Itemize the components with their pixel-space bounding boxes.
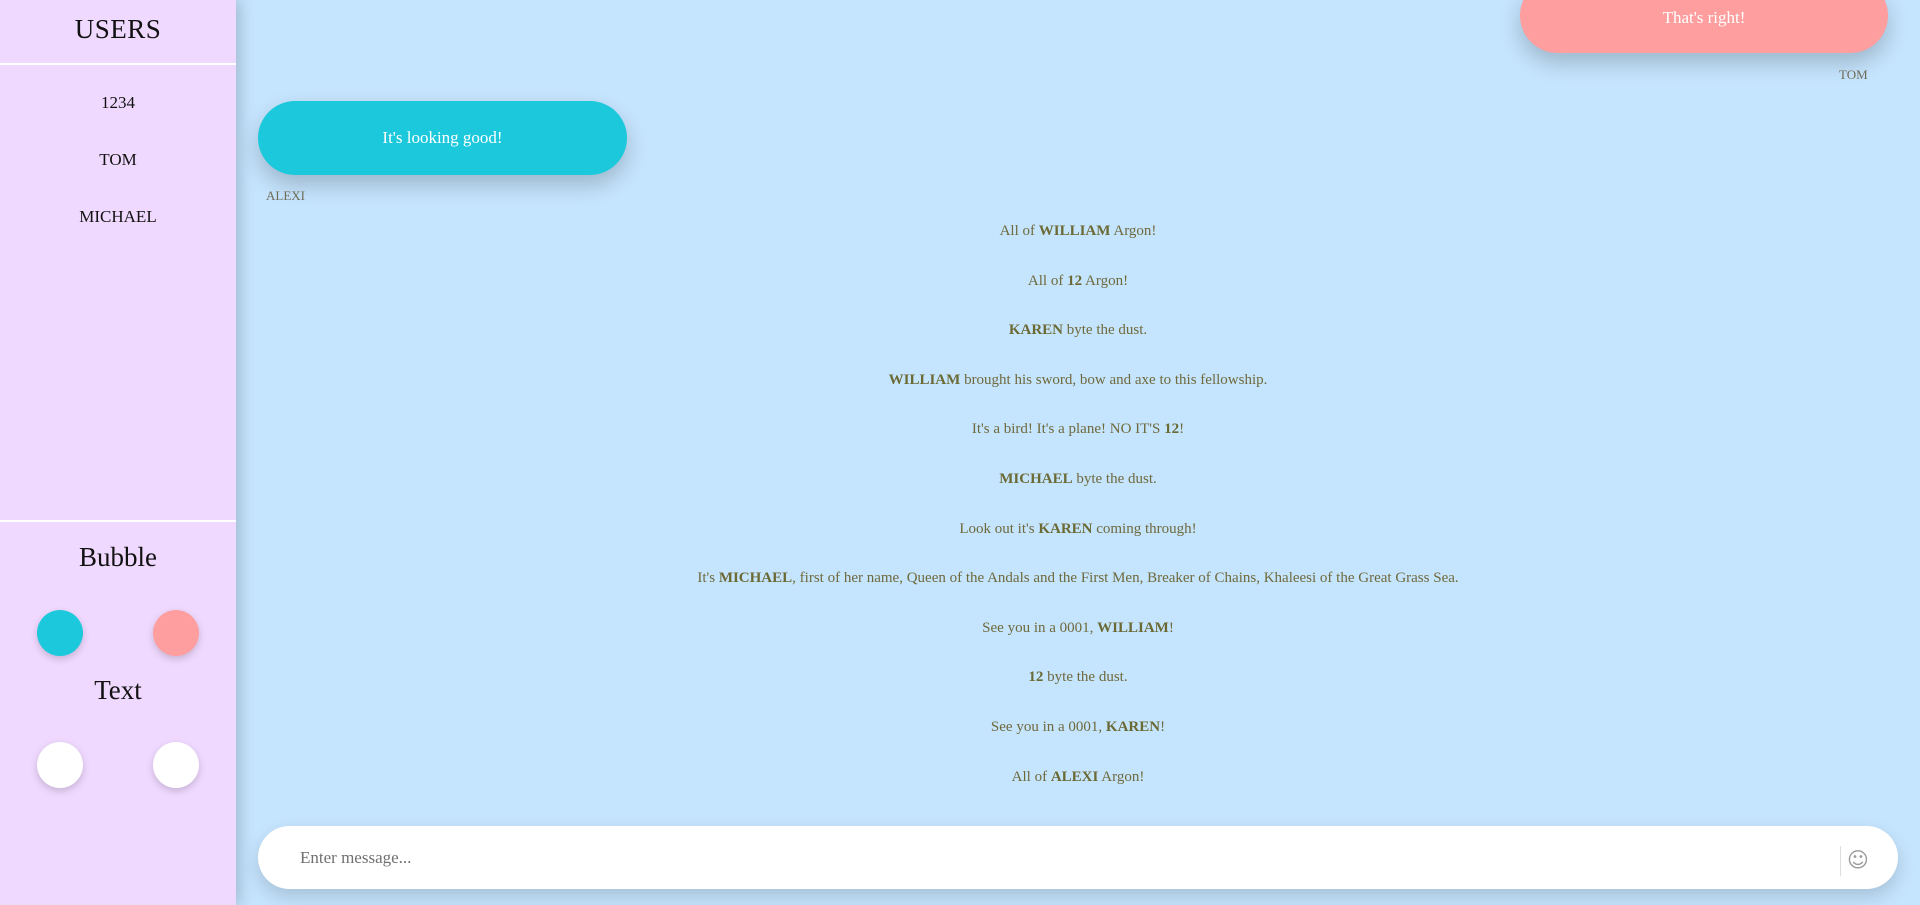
user-item[interactable]: TOM: [0, 135, 236, 192]
system-message: WILLIAM brought his sword, bow and axe t…: [888, 371, 1268, 388]
user-item[interactable]: 1234: [0, 78, 236, 135]
system-message-name: 12: [1067, 272, 1083, 289]
text-color-swatch-white[interactable]: [37, 742, 83, 788]
message-sender: ALEXI: [266, 188, 305, 203]
users-title: USERS: [74, 14, 162, 44]
system-message-name: MICHAEL: [999, 470, 1073, 487]
system-message-name: KAREN: [1038, 520, 1093, 537]
system-message: KAREN byte the dust.: [1008, 322, 1148, 339]
message-sender: TOM: [1839, 67, 1868, 82]
message-composer: ☺: [258, 826, 1898, 889]
message-bubble-left: It's looking good!: [258, 101, 627, 175]
system-message-list: All of WILLIAM Argon! All of 12 Argon! K…: [236, 218, 1920, 813]
system-message-name: WILLIAM: [1038, 223, 1111, 239]
system-message: MICHAEL byte the dust.: [999, 470, 1157, 487]
text-section-title: Text: [94, 675, 142, 705]
system-message: It's a bird! It's a plane! NO IT'S 12!: [971, 421, 1185, 438]
message-text: That's right!: [1662, 8, 1746, 27]
system-message-name: WILLIAM: [1097, 619, 1169, 636]
divider: [0, 520, 236, 522]
user-list: 1234 TOM MICHAEL: [0, 78, 236, 249]
system-message: Look out it's KAREN coming through!: [959, 520, 1197, 537]
bubble-section-title: Bubble: [79, 542, 157, 572]
divider: [0, 63, 236, 65]
system-message-name: WILLIAM: [888, 371, 961, 388]
system-message: All of WILLIAM Argon!: [999, 223, 1157, 239]
system-message-name: 12: [1164, 421, 1180, 438]
user-item[interactable]: MICHAEL: [0, 192, 236, 249]
system-message: See you in a 0001, KAREN!: [990, 718, 1166, 735]
system-message: All of ALEXI Argon!: [1011, 768, 1145, 785]
system-message: See you in a 0001, WILLIAM!: [982, 619, 1174, 636]
system-message: 12 byte the dust.: [1028, 669, 1128, 686]
system-message-name: MICHAEL: [718, 570, 793, 587]
message-text: It's looking good!: [382, 128, 503, 147]
system-message-name: KAREN: [1105, 718, 1161, 735]
system-message-name: KAREN: [1008, 322, 1063, 339]
message-bubble-right: That's right!: [1520, 0, 1888, 53]
bubble-color-swatch-pink[interactable]: [153, 610, 199, 656]
smiley-face-icon[interactable]: ☺: [1844, 846, 1872, 874]
users-sidebar: USERS 1234 TOM MICHAEL Bubble Text: [0, 0, 236, 905]
text-color-swatch-white[interactable]: [153, 742, 199, 788]
message-input[interactable]: [298, 826, 1838, 889]
bubble-color-swatch-cyan[interactable]: [37, 610, 83, 656]
chat-area: That's right! TOM It's looking good! ALE…: [236, 0, 1920, 905]
divider: [1840, 846, 1841, 876]
system-message: All of 12 Argon!: [1027, 272, 1129, 289]
system-message: It's MICHAEL, first of her name, Queen o…: [697, 570, 1459, 587]
system-message-name: 12: [1028, 669, 1044, 686]
system-message-name: ALEXI: [1050, 768, 1099, 785]
